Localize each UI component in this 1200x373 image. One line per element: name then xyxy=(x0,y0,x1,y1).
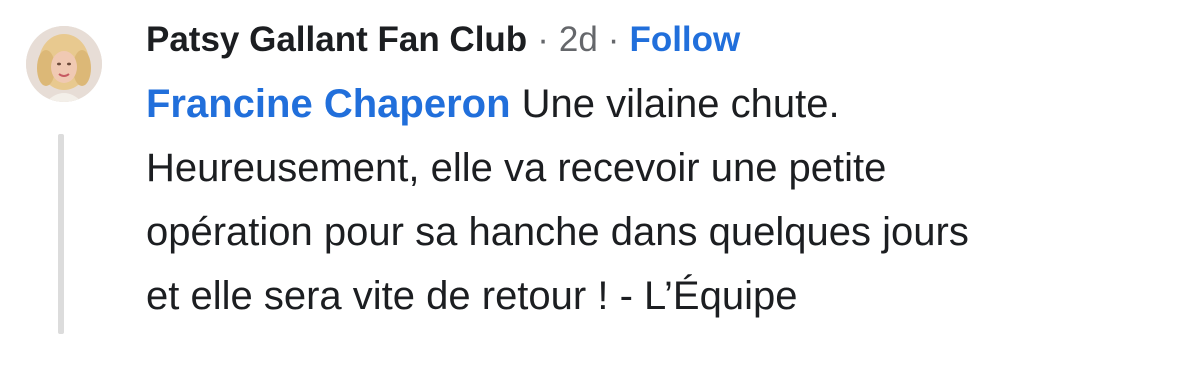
mention-link[interactable]: Francine Chaperon xyxy=(146,82,511,126)
timestamp[interactable]: 2d xyxy=(559,20,598,60)
comment: Patsy Gallant Fan Club · 2d · Follow Fra… xyxy=(0,0,1200,373)
separator: · xyxy=(537,20,549,59)
comment-text: Une vilaine chute. xyxy=(521,82,840,126)
follow-button[interactable]: Follow xyxy=(629,20,740,60)
comment-line-4: et elle sera vite de retour ! - L’Équipe xyxy=(146,274,798,318)
comment-header: Patsy Gallant Fan Club · 2d · Follow xyxy=(146,14,740,66)
comment-line-2: Heureusement, elle va recevoir une petit… xyxy=(146,146,887,190)
comment-body: Francine Chaperon Une vilaine chute. Heu… xyxy=(146,72,1186,328)
author-name[interactable]: Patsy Gallant Fan Club xyxy=(146,20,527,60)
avatar[interactable] xyxy=(26,26,102,102)
comment-line-1: Francine Chaperon Une vilaine chute. xyxy=(146,72,1186,136)
comment-line-3: opération pour sa hanche dans quelques j… xyxy=(146,210,969,254)
thread-line xyxy=(58,134,64,334)
profile-photo-icon xyxy=(26,26,102,102)
separator: · xyxy=(607,20,620,59)
